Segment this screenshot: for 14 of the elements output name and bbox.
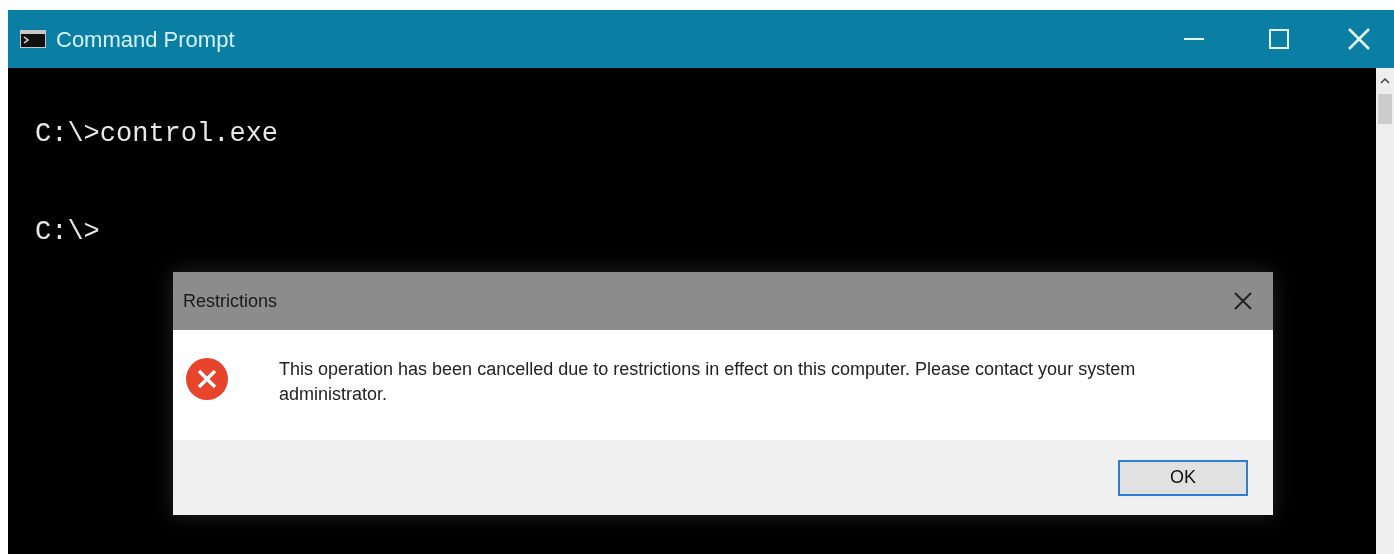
close-icon — [1348, 28, 1370, 50]
console-line: C:\> — [35, 216, 101, 248]
console-line: C:\>control.exe — [35, 118, 280, 150]
close-icon — [1234, 292, 1252, 310]
error-icon — [185, 357, 229, 401]
scrollbar-thumb[interactable] — [1378, 94, 1392, 124]
window-title: Command Prompt — [56, 25, 235, 54]
terminal-icon — [20, 30, 46, 48]
minimize-icon — [1184, 38, 1204, 40]
scroll-up-icon — [1380, 78, 1390, 84]
dialog-title: Restrictions — [183, 289, 278, 313]
maximize-icon — [1269, 29, 1289, 49]
error-message: This operation has been cancelled due to restrictions in effect on this computer. Please contact your system administrator. — [279, 358, 1137, 406]
ok-button[interactable]: OK — [1118, 459, 1248, 496]
